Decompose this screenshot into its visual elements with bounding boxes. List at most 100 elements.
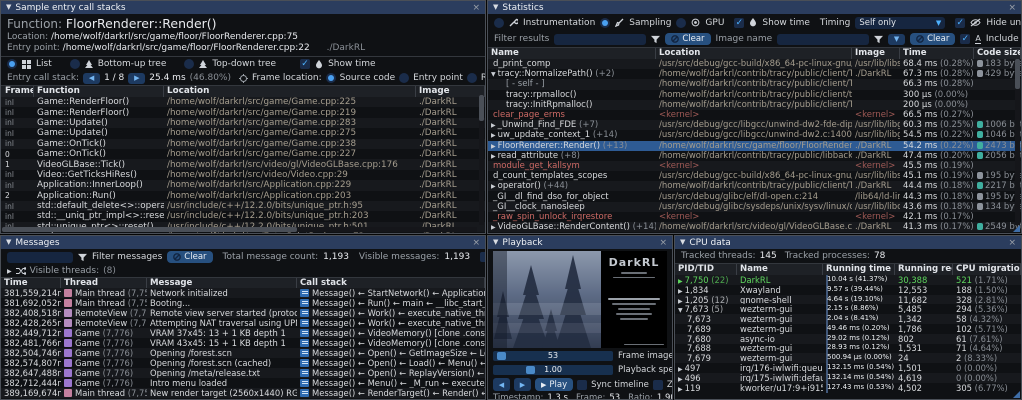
column-header-code-size[interactable]: Code size [974,48,1021,59]
cpu-row[interactable]: ▶1,834 Xwayland 9.57 s (39.44%) 12,553 1… [675,285,1021,295]
filter-messages-label[interactable]: Filter messages [92,252,162,262]
bottom-up-tree-label[interactable]: Bottom-up tree [98,59,167,69]
column-header-pid[interactable]: PID/TID [675,264,737,275]
collapse-icon[interactable]: ▼ [6,1,11,14]
cpu-row[interactable]: ▶1,205 (12) gnome-shell 4.64 s (19.10%) … [675,295,1021,305]
column-header-function[interactable]: Function [34,86,164,97]
return-address-label[interactable]: Return address [481,73,486,83]
return-address-radio[interactable] [467,73,477,83]
callstack-cell[interactable]: Message() ← Run() ← main ← __libc_start_… [297,298,485,308]
message-row[interactable]: 381,559,214ns Main thread (7,750) Networ… [1,288,485,298]
callstack-row[interactable]: inl std::__uniq_ptr_impl<>::reset() /usr… [1,211,485,221]
expand-icon[interactable]: ▼ [491,71,496,78]
list-radio[interactable] [7,59,17,69]
callstack-cell[interactable]: Message() ← StartNetwork() ← Application… [297,288,485,298]
funnel-icon[interactable] [874,35,883,44]
message-row[interactable]: 382,647,488ns Game (7,776) Opening /meta… [1,368,485,378]
statistics-row[interactable]: ▼tracy::NormalizePath() (+2) /home/wolf/… [488,69,1021,79]
message-row[interactable]: 389,169,674ns Main thread (7,750) New re… [1,388,485,398]
callstack-cell[interactable]: Message() ← Open() ← Load() ← Menu() ← _ [297,358,485,368]
prev-stack-button[interactable]: ◀ [83,73,100,84]
collapse-icon[interactable]: ▼ [6,236,11,249]
show-time-checkbox[interactable]: ✓ [300,59,310,69]
show-time-label[interactable]: Show time [762,18,809,28]
callstack-row[interactable]: inl Application::InnerLoop() /home/wolf/… [1,180,485,190]
statistics-row[interactable]: ▶FloorRenderer::Render() (+13) /home/wol… [488,141,1021,151]
sampling-label[interactable]: Sampling [629,18,671,28]
message-row[interactable]: 382,408,518ns RemoteView (7,775) Remote … [1,308,485,318]
show-frame-images-checkbox[interactable] [480,252,486,262]
expand-icon[interactable]: ▶ [491,122,496,129]
top-down-tree-label[interactable]: Top-down tree [212,59,276,69]
statistics-row[interactable]: d_count_templates_scopes /usr/src/debug/… [488,171,1021,181]
top-down-tree-radio[interactable] [184,59,194,69]
close-icon[interactable]: × [1008,238,1016,248]
statistics-row[interactable]: tracy::rpmalloc() /home/wolf/darkrl/cont… [488,90,1021,100]
statistics-row[interactable]: _GI__dl_find_dso_for_object /usr/src/deb… [488,191,1021,201]
image-dropdown-button[interactable]: ▼ [888,34,905,45]
next-frame-button[interactable]: ▶ [514,378,531,391]
message-row[interactable]: 381,692,052ns Main thread (7,750) Bootin… [1,298,485,308]
cpu-row[interactable]: ▶497 irq/176-iwlwifi:queue_1 132.15 ms (… [675,363,1021,373]
statistics-row[interactable]: ▶read_attribute (+8) /home/wolf/darkrl/c… [488,151,1021,161]
expand-icon[interactable]: ▼ [678,307,683,314]
close-icon[interactable]: × [472,238,480,248]
expand-icon[interactable]: ▶ [678,376,683,383]
column-header-image[interactable]: Image [852,48,900,59]
vertical-scrollbar[interactable] [1015,59,1020,225]
zoom-2x-checkbox[interactable] [653,380,663,390]
message-row[interactable]: 382,574,807ns Game (7,776) Opening /fore… [1,358,485,368]
expand-icon[interactable]: ▶ [491,224,496,231]
message-row[interactable]: 382,428,265ns RemoteView (7,775) Attempt… [1,318,485,328]
cpu-row[interactable]: ▶7,750 (22) DarkRL 10.04 s (41.37%) 30,3… [675,275,1021,285]
entry-point-radio[interactable] [399,73,409,83]
timing-select[interactable]: Self only ▼ [855,17,945,29]
clear-image-button[interactable]: Clear [910,33,955,45]
close-icon[interactable]: × [659,238,667,248]
message-row[interactable]: 382,712,444ns Game (7,776) Intro menu lo… [1,378,485,388]
show-time-label[interactable]: Show time [328,59,375,69]
resize-grip[interactable] [1013,391,1020,398]
message-filter-input[interactable] [7,252,73,263]
callstack-cell[interactable]: Message() ← Open() ← ReplayVersion() ← M… [297,368,485,378]
callstack-row[interactable]: 3 main /home/wolf/darkrl/src/EntryPointP… [1,232,485,233]
cpu-row[interactable]: 7,679 wezterm-gui 500.94 µs (0.00%) 24 2… [675,353,1021,363]
cpu-row[interactable]: 7,680 async-io 29.02 ms (0.12%) 802 61 (… [675,334,1021,344]
close-icon[interactable]: × [1008,3,1016,13]
zoom-2x-label[interactable]: Zoom 2× [667,380,673,390]
statistics-row[interactable]: ▶uw_update_context_1 (+14) /usr/src/debu… [488,130,1021,140]
callstack-row[interactable]: inl Game::Update() /home/wolf/darkrl/src… [1,128,485,138]
expand-icon[interactable]: ▶ [491,183,496,190]
column-header-frame[interactable]: Frame [1,86,34,97]
cpu-row[interactable]: ▶496 irq/175-iwlwifi:default_qu 132.14 m… [675,373,1021,383]
expand-icon[interactable]: ▶ [491,143,496,150]
sync-timeline-label[interactable]: Sync timeline [591,380,649,390]
prev-frame-button[interactable]: ◀ [493,378,510,391]
column-header-time[interactable]: Time [1,278,61,288]
frame-image-slider[interactable]: 53 [493,351,613,361]
column-header-callstack[interactable]: Call stack [297,278,485,288]
column-header-location[interactable]: Location [656,48,852,59]
hide-unknown-label[interactable]: Hide unknown [986,18,1022,28]
sampling-radio[interactable] [600,18,610,28]
statistics-row[interactable]: _GI__clock_nanosleep /usr/src/debug/glib… [488,202,1021,212]
bottom-up-tree-radio[interactable] [70,59,80,69]
callstack-row[interactable]: 1 VideoGLBase::Tick() /home/wolf/darkrl/… [1,159,485,169]
callstack-cell[interactable]: Message() ← Work() ← execute_native_thre… [297,318,485,328]
statistics-row[interactable]: [ - self - ] /home/wolf/darkrl/contrib/t… [488,79,1021,89]
callstack-row[interactable]: inl std::default_delete<>::operator()() … [1,201,485,211]
column-header-running-time[interactable]: Running time ▼ [823,264,895,275]
resize-grip[interactable] [1013,225,1020,232]
column-header-name[interactable]: Name [488,48,656,59]
callstack-row[interactable]: 0 Game::OnTick() /home/wolf/darkrl/src/g… [1,149,485,159]
entry-point-opt-label[interactable]: Entry point [413,73,463,83]
callstack-row[interactable]: inl Game::RenderFloor() /home/wolf/darkr… [1,97,485,107]
gpu-label[interactable]: GPU [705,18,724,28]
visible-threads-label[interactable]: Visible threads: [30,266,99,276]
callstack-row[interactable]: inl Game::RenderFloor() /home/wolf/darkr… [1,107,485,117]
statistics-row[interactable]: tracy::InitRpmalloc() /home/wolf/darkrl/… [488,100,1021,110]
expand-icon[interactable]: ▶ [678,288,683,295]
column-header-cpu-migrations[interactable]: CPU migrations [953,264,1021,275]
source-code-label[interactable]: Source code [340,73,395,83]
expand-icon[interactable]: ▶ [678,298,683,305]
